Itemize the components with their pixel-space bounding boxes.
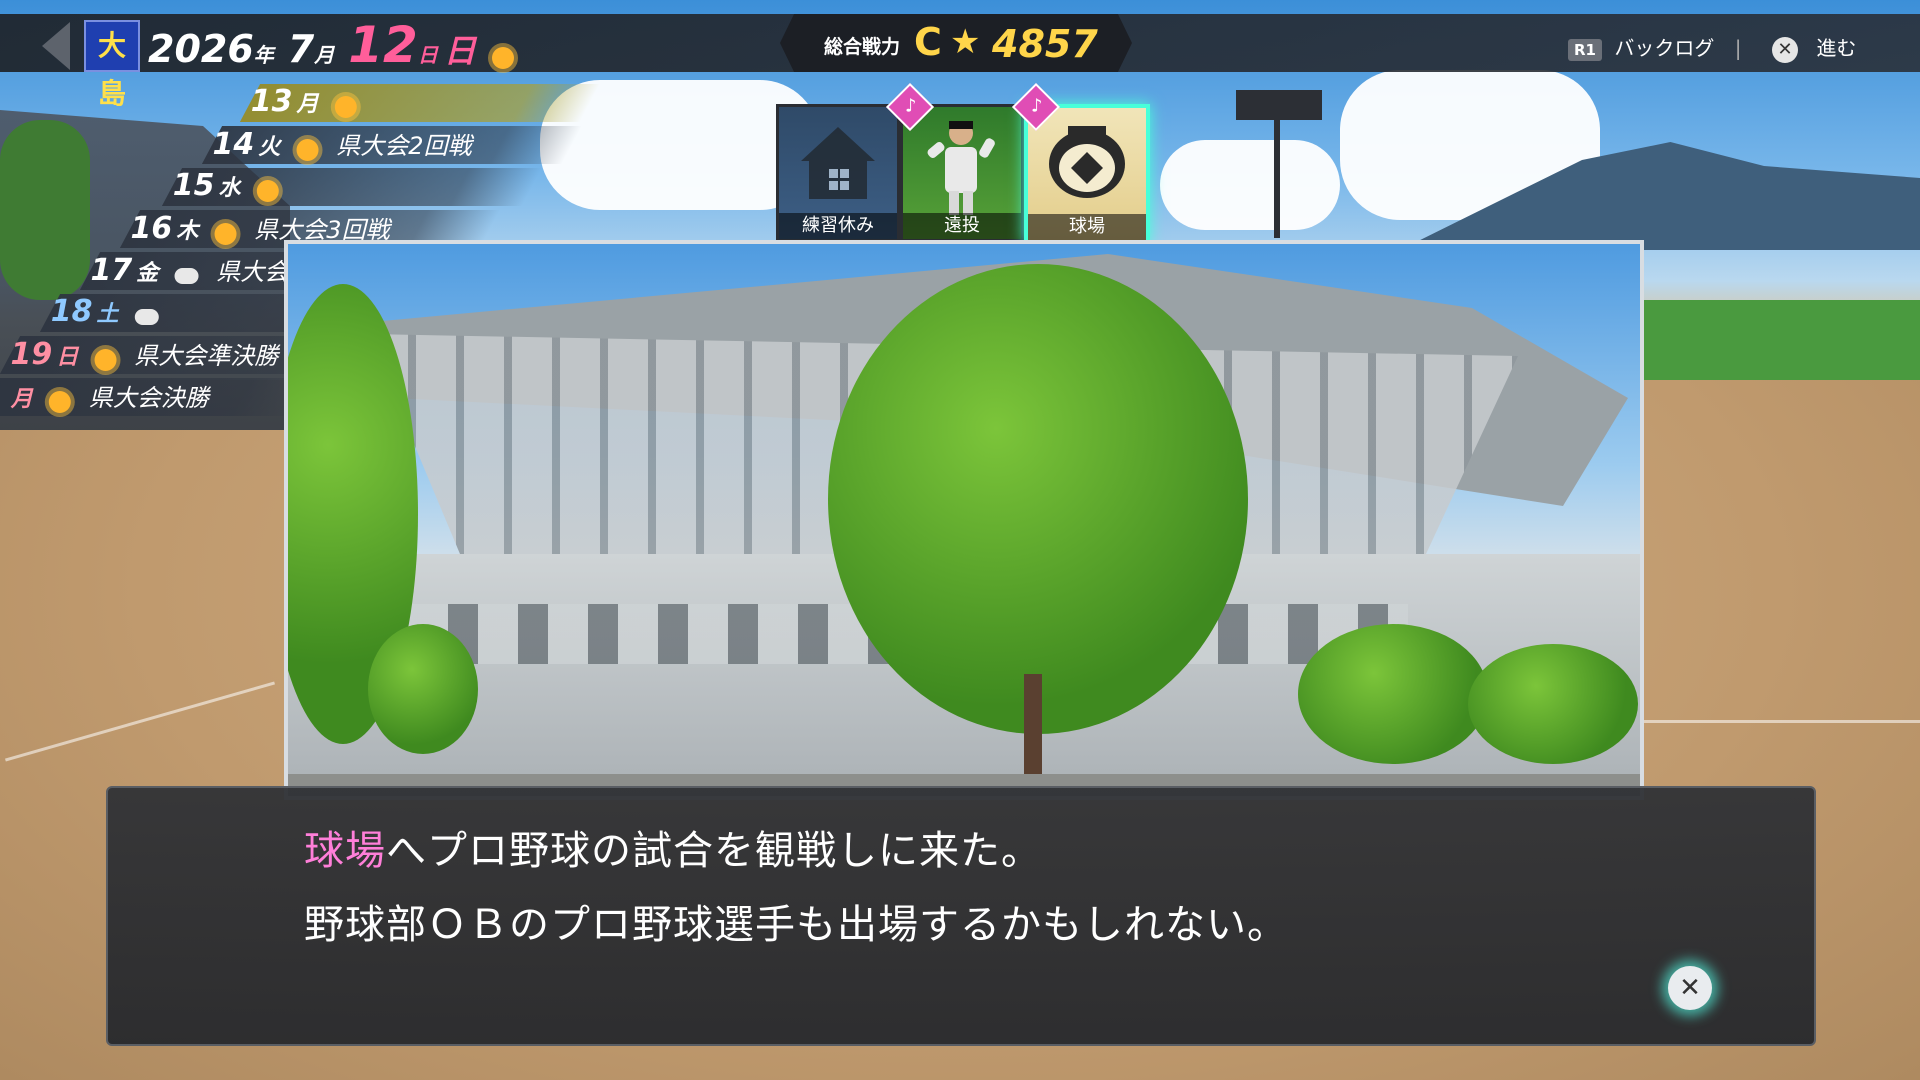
event-photo-stadium xyxy=(284,240,1644,800)
advance-label: 進む xyxy=(1816,36,1857,60)
back-arrow-icon[interactable] xyxy=(42,22,70,70)
schedule-weekday: 日 xyxy=(56,345,79,370)
pitcher-icon xyxy=(927,121,995,215)
sunny-icon xyxy=(296,138,319,161)
tree xyxy=(828,264,1248,734)
schedule-event: 県大会決勝 xyxy=(88,384,209,412)
team-badge: 大島 xyxy=(84,20,140,110)
action-card-long-toss[interactable]: 遠投 xyxy=(900,104,1024,242)
cloudy-icon xyxy=(174,267,199,284)
schedule-weekday: 月 xyxy=(296,92,319,117)
power-rank: C xyxy=(914,20,942,64)
schedule-day: 19 xyxy=(10,337,53,372)
advance-hint-button[interactable]: ✕ 進む xyxy=(1772,32,1857,63)
weekday: 日 xyxy=(443,32,476,70)
action-card-rest[interactable]: 練習休み xyxy=(776,104,900,242)
dialog-text: へプロ野球の試合を観戦しに来た。 xyxy=(386,828,1042,874)
year: 2026 xyxy=(148,27,254,71)
stadium-light xyxy=(1236,90,1322,120)
schedule-row: 15 水 xyxy=(161,168,543,206)
action-card-stadium[interactable]: 球場 xyxy=(1024,104,1150,244)
stadium-light-pole xyxy=(1274,118,1280,238)
music-note-icon: ♪ xyxy=(904,95,917,117)
r1-button-icon: R1 xyxy=(1568,38,1602,61)
dialog-line-1: 球場へプロ野球の試合を観戦しに来た。 xyxy=(304,818,1042,876)
dialog-line-2: 野球部ＯＢのプロ野球選手も出場するかもしれない。 xyxy=(304,902,1288,948)
month-unit: 月 xyxy=(314,43,335,67)
advance-button[interactable]: ✕ xyxy=(1668,966,1712,1010)
stadium-icon xyxy=(1049,126,1125,198)
schedule-day: 15 xyxy=(172,168,215,203)
backlog-button[interactable]: R1 バックログ | xyxy=(1568,32,1742,61)
tree-trunk xyxy=(1024,674,1042,784)
schedule-row: 月 県大会決勝 xyxy=(0,378,317,416)
house-icon xyxy=(801,127,875,199)
schedule-weekday: 火 xyxy=(258,135,281,160)
schedule-row: 13 月 xyxy=(239,84,601,122)
schedule-weekday: 木 xyxy=(176,219,199,244)
star-icon: ★ xyxy=(950,22,981,62)
schedule-weekday: 月 xyxy=(10,387,33,412)
day: 12 xyxy=(348,16,418,74)
action-label: 練習休み xyxy=(779,213,897,239)
schedule-day: 14 xyxy=(212,127,255,162)
tree xyxy=(368,624,478,754)
sunny-icon xyxy=(214,222,237,245)
action-label: 遠投 xyxy=(903,213,1021,239)
current-date: 2026年 7月 12日日 xyxy=(148,16,514,74)
dialog-keyword: 球場 xyxy=(304,828,386,874)
schedule-day: 18 xyxy=(50,294,93,329)
bg-cloud xyxy=(1160,140,1340,230)
schedule-day: 17 xyxy=(90,253,133,288)
divider: | xyxy=(1734,36,1742,60)
power-label: 総合戦力 xyxy=(824,36,901,58)
cross-button-icon: ✕ xyxy=(1772,36,1798,63)
year-unit: 年 xyxy=(253,43,274,67)
schedule-day: 16 xyxy=(130,211,173,246)
schedule-event: 県大会2回戦 xyxy=(336,132,472,160)
action-label: 球場 xyxy=(1028,214,1146,240)
sunny-icon xyxy=(94,348,117,371)
cloudy-icon xyxy=(134,308,159,325)
schedule-weekday: 水 xyxy=(218,176,241,201)
day-unit: 日 xyxy=(417,43,438,67)
field-line xyxy=(1640,720,1920,723)
schedule-day: 13 xyxy=(250,84,293,119)
backlog-label: バックログ xyxy=(1614,36,1715,60)
schedule-weekday: 土 xyxy=(96,302,119,327)
power-value: 4857 xyxy=(992,22,1098,66)
sunny-icon xyxy=(256,179,279,202)
tree xyxy=(1468,644,1638,764)
sunny-icon xyxy=(491,46,514,69)
tree xyxy=(1298,624,1488,764)
schedule-weekday: 金 xyxy=(136,261,159,286)
schedule-row: 14 火 県大会2回戦 xyxy=(201,126,583,164)
schedule-event: 県大会準決勝 xyxy=(134,342,279,370)
sunny-icon xyxy=(334,95,357,118)
bg-grass xyxy=(1640,300,1920,380)
bg-tree xyxy=(0,120,90,300)
music-note-icon: ♪ xyxy=(1030,95,1043,117)
month: 7 xyxy=(287,27,315,71)
team-power-panel: 総合戦力 C ★ 4857 xyxy=(780,14,1132,72)
sunny-icon xyxy=(48,390,71,413)
